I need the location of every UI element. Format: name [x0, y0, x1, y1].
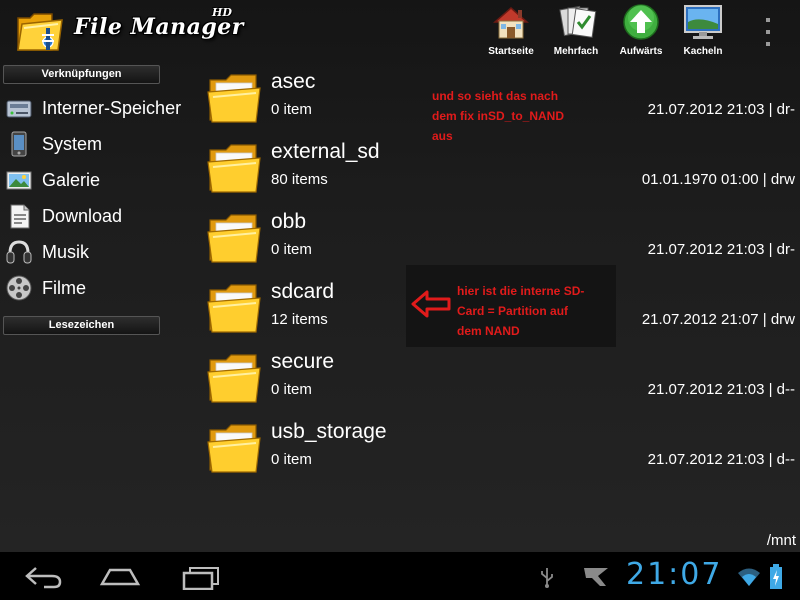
- file-item-count: 80 items: [271, 171, 328, 188]
- status-clock: 21:07: [626, 557, 723, 592]
- list-item[interactable]: secure 0 item 21.07.2012 21:03 | d--: [200, 344, 800, 414]
- annotation-sdcard-note: hier ist die interne SD- Card = Partitio…: [457, 281, 584, 341]
- multi-select-button[interactable]: Mehrfach: [541, 2, 611, 64]
- sidebar-item-gallery[interactable]: Galerie: [4, 163, 194, 197]
- notification-icon: [584, 568, 608, 586]
- annotation-line: und so sieht das nach: [432, 89, 559, 103]
- file-date-permissions: 21.07.2012 21:03 | dr-: [647, 241, 795, 258]
- file-name: asec: [271, 70, 316, 93]
- home-button-label: Startseite: [488, 46, 534, 57]
- file-manager-logo-icon: [17, 13, 63, 51]
- file-date-permissions: 21.07.2012 21:07 | drw: [641, 311, 795, 328]
- list-item[interactable]: obb 0 item 21.07.2012 21:03 | dr-: [200, 204, 800, 274]
- annotation-line: Card = Partition auf: [457, 304, 569, 318]
- annotation-line: dem fix inSD_to_NAND: [432, 109, 565, 123]
- file-date-permissions: 01.01.1970 01:00 | drw: [641, 171, 795, 188]
- home-icon: [493, 7, 529, 39]
- file-date-permissions: 21.07.2012 21:03 | dr-: [647, 101, 795, 118]
- gallery-icon: [6, 171, 32, 190]
- sidebar-item-label: System: [42, 133, 103, 154]
- file-name: usb_storage: [271, 420, 387, 443]
- overflow-menu-icon[interactable]: [760, 18, 776, 46]
- file-item-count: 0 item: [271, 241, 312, 258]
- folder-icon: [207, 74, 261, 123]
- system-icon: [11, 131, 27, 157]
- download-icon: [10, 204, 30, 229]
- file-date-permissions: 21.07.2012 21:03 | d--: [647, 451, 795, 468]
- tiles-button-label: Kacheln: [683, 46, 723, 57]
- up-button-label: Aufwärts: [619, 46, 663, 57]
- usb-icon: [541, 568, 553, 588]
- internal-storage-icon: [6, 100, 32, 118]
- file-item-count: 0 item: [271, 451, 312, 468]
- sidebar-item-films[interactable]: Filme: [4, 271, 194, 305]
- up-button[interactable]: Aufwärts: [606, 2, 676, 64]
- file-name: secure: [271, 350, 335, 373]
- sidebar-item-label: Download: [42, 205, 123, 226]
- file-item-count: 12 items: [271, 311, 328, 328]
- folder-icon: [207, 144, 261, 193]
- sidebar-item-internal-storage[interactable]: Interner-Speicher: [4, 91, 194, 125]
- sidebar-item-label: Musik: [42, 241, 90, 262]
- home-nav-icon[interactable]: [98, 564, 142, 590]
- file-item-count: 0 item: [271, 101, 312, 118]
- folder-icon: [207, 424, 261, 473]
- annotation-line: aus: [432, 129, 453, 143]
- tiles-icon: [684, 5, 722, 39]
- bookmarks-header: Lesezeichen: [3, 316, 160, 335]
- wifi-icon: [738, 568, 760, 586]
- sidebar-item-download[interactable]: Download: [4, 199, 194, 233]
- back-icon[interactable]: [22, 564, 66, 590]
- annotation-note: und so sieht das nach dem fix inSD_to_NA…: [432, 86, 564, 146]
- shortcuts-header: Verknüpfungen: [3, 65, 160, 84]
- current-path: /mnt: [766, 532, 796, 549]
- file-date-permissions: 21.07.2012 21:03 | d--: [647, 381, 795, 398]
- file-name: external_sd: [271, 140, 380, 163]
- app-title-badge: HD: [212, 6, 232, 19]
- sidebar-item-label: Filme: [42, 277, 86, 298]
- sidebar-item-label: Interner-Speicher: [42, 97, 182, 118]
- folder-icon: [207, 354, 261, 403]
- sidebar-item-music[interactable]: Musik: [4, 235, 194, 269]
- file-name: obb: [271, 210, 307, 233]
- recent-apps-icon[interactable]: [180, 564, 224, 590]
- multi-select-button-label: Mehrfach: [553, 46, 599, 57]
- left-arrow-icon: [411, 290, 451, 318]
- up-arrow-icon: [623, 4, 659, 40]
- sidebar-item-label: Galerie: [42, 169, 101, 190]
- annotation-line: dem NAND: [457, 324, 520, 338]
- folder-icon: [207, 284, 261, 333]
- battery-icon: [770, 564, 782, 589]
- tiles-button[interactable]: Kacheln: [668, 2, 738, 64]
- list-item[interactable]: usb_storage 0 item 21.07.2012 21:03 | d-…: [200, 414, 800, 484]
- folder-icon: [207, 214, 261, 263]
- file-manager-window: File Manager HD Startseite Mehrfach Aufw…: [0, 0, 800, 552]
- home-button[interactable]: Startseite: [476, 2, 546, 64]
- sidebar-item-system[interactable]: System: [4, 127, 194, 161]
- file-name: sdcard: [271, 280, 335, 303]
- annotation-line: hier ist die interne SD-: [457, 284, 585, 298]
- film-icon: [6, 275, 32, 301]
- file-item-count: 0 item: [271, 381, 312, 398]
- multi-select-icon: [559, 5, 597, 38]
- music-icon: [6, 240, 32, 264]
